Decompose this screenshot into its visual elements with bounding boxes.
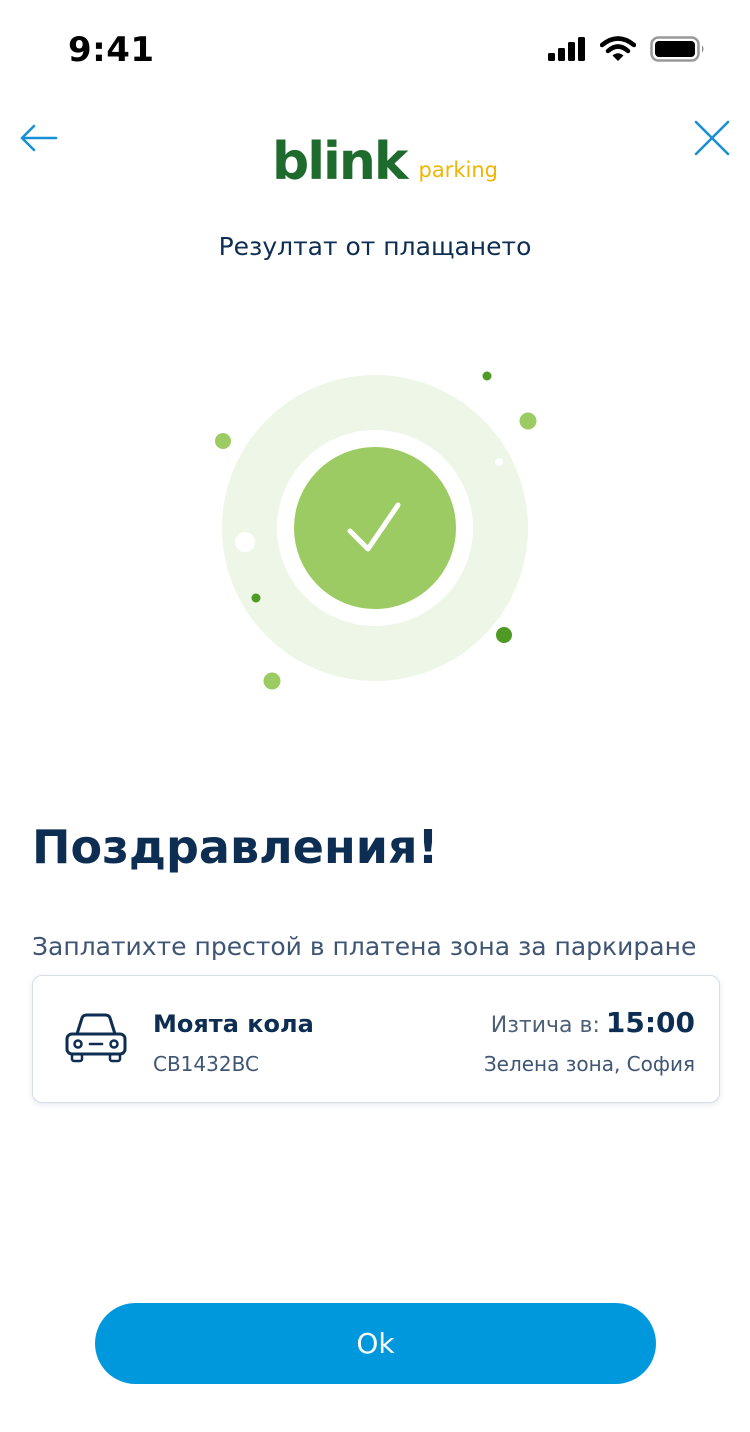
payment-message: Заплатихте престой в платена зона за пар… — [32, 932, 697, 961]
decor-dot — [251, 593, 261, 603]
logo-subtitle: parking — [418, 158, 498, 182]
logo-wordmark: blink — [272, 132, 408, 192]
parking-zone: Зелена зона, София — [483, 1052, 695, 1076]
decor-dot — [215, 433, 231, 449]
back-button[interactable] — [18, 118, 62, 158]
ok-button[interactable]: Ok — [95, 1303, 656, 1384]
car-name: Моята кола — [153, 1010, 314, 1038]
blink-parking-logo: blink parking — [272, 130, 498, 190]
car-icon — [65, 1013, 127, 1063]
expires-label: Изтича в: — [490, 1013, 600, 1038]
status-icons — [548, 36, 706, 62]
decor-dot — [495, 458, 503, 466]
decor-dot — [235, 532, 255, 552]
close-button[interactable] — [692, 118, 732, 158]
status-bar: 9:41 — [0, 0, 750, 100]
decor-dot — [519, 412, 537, 430]
parking-card: Моята кола CB1432BC Изтича в: 15:00 Зеле… — [32, 975, 720, 1103]
cellular-signal-icon — [548, 37, 585, 61]
success-illustration — [215, 371, 537, 690]
battery-icon — [650, 36, 704, 62]
wifi-icon — [600, 36, 636, 61]
expires-info: Изтича в: 15:00 — [491, 1006, 695, 1039]
decor-dot — [263, 672, 281, 690]
success-circle — [294, 447, 456, 609]
page-title: Резултат от плащането — [218, 232, 532, 261]
decor-dot — [496, 627, 512, 643]
decor-dot — [482, 371, 492, 381]
car-plate: CB1432BC — [153, 1052, 259, 1076]
arrow-left-icon — [20, 124, 58, 152]
close-icon — [694, 120, 730, 156]
congrats-heading: Поздравления! — [32, 820, 439, 874]
expires-time: 15:00 — [605, 1006, 695, 1039]
status-time: 9:41 — [68, 30, 155, 70]
